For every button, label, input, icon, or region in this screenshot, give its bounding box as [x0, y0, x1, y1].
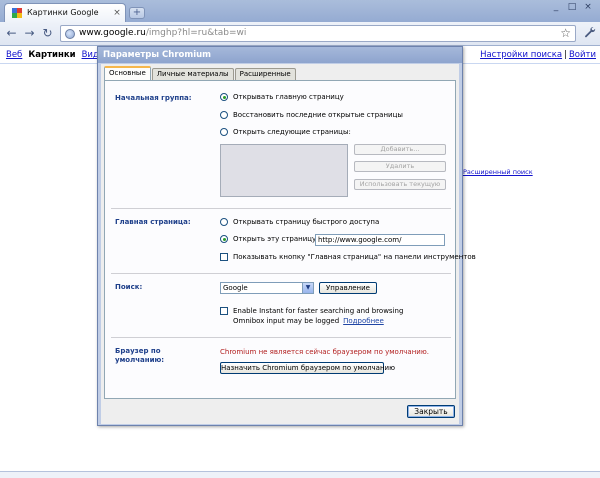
close-window-button[interactable]: × [580, 2, 596, 14]
close-button[interactable]: Закрыть [407, 405, 455, 418]
option-label: Открывать главную страницу [233, 93, 344, 101]
use-current-pages-button[interactable]: Использовать текущую [354, 179, 446, 190]
url-host: www.google.ru [79, 28, 146, 38]
address-url[interactable]: www.google.ru/imghp?hl=ru&tab=wi [79, 28, 246, 38]
sign-in-link[interactable]: Войти [569, 50, 596, 60]
url-path: /imghp?hl=ru&tab=wi [145, 28, 247, 38]
nav-separator: | [564, 50, 567, 60]
address-bar[interactable]: www.google.ru/imghp?hl=ru&tab=wi ☆ [60, 25, 576, 42]
radio-button[interactable] [220, 128, 228, 136]
option-label: Открыть следующие страницы: [233, 128, 351, 136]
section-divider [111, 273, 451, 274]
learn-more-link[interactable]: Подробнее [343, 317, 384, 325]
search-settings-link[interactable]: Настройки поиска [480, 50, 562, 60]
instant-checkbox[interactable]: Enable Instant for faster searching and … [220, 307, 403, 315]
tab-advanced[interactable]: Расширенные [234, 68, 296, 80]
homepage-option-ntp[interactable]: Открывать страницу быстрого доступа [220, 218, 379, 226]
new-tab-button[interactable]: + [129, 7, 145, 19]
radio-button-selected[interactable] [220, 93, 228, 101]
status-bar [0, 471, 600, 478]
tab-personal-stuff[interactable]: Личные материалы [151, 68, 234, 80]
nav-link-web[interactable]: Веб [6, 50, 22, 60]
advanced-search-link[interactable]: Расширенный поиск [463, 168, 533, 176]
homepage-url-input[interactable]: http://www.google.com/ [315, 234, 445, 246]
google-nav-right: Настройки поиска | Войти [480, 50, 596, 60]
radio-button[interactable] [220, 218, 228, 226]
selected-engine: Google [223, 284, 248, 292]
section-divider [111, 337, 451, 338]
dialog-title: Параметры Chromium [98, 47, 462, 63]
instant-note-text: Omnibox input may be logged [233, 317, 340, 325]
manage-search-engines-button[interactable]: Управление [319, 282, 377, 294]
homepage-section-label: Главная страница: [115, 218, 191, 226]
instant-note: Omnibox input may be logged Подробнее [233, 317, 384, 326]
search-engine-select[interactable]: Google ▼ [220, 282, 314, 294]
wrench-icon [585, 27, 596, 38]
tab-title: Картинки Google [27, 8, 99, 17]
add-page-button[interactable]: Добавить... [354, 144, 446, 155]
radio-button[interactable] [220, 111, 228, 119]
browser-tab[interactable]: Картинки Google × [4, 3, 126, 23]
option-label: Открывать страницу быстрого доступа [233, 218, 380, 226]
radio-button-selected[interactable] [220, 235, 228, 243]
settings-tabs: Основные Личные материалы Расширенные [104, 66, 297, 80]
homepage-option-url[interactable]: Открыть эту страницу: [220, 235, 319, 243]
startup-section-label: Начальная группа: [115, 94, 192, 102]
show-home-button-checkbox[interactable]: Показывать кнопку "Главная страница" на … [220, 253, 476, 261]
default-browser-status: Chromium не является сейчас браузером по… [220, 348, 429, 356]
maximize-button[interactable]: □ [564, 2, 580, 14]
instant-label: Enable Instant for faster searching and … [233, 307, 404, 315]
startup-option-restore[interactable]: Восстановить последние открытые страницы [220, 111, 403, 119]
tab-basics[interactable]: Основные [104, 66, 151, 80]
minimize-button[interactable]: _ [548, 2, 564, 14]
option-label: Восстановить последние открытые страницы [233, 111, 403, 119]
forward-arrow-icon[interactable]: → [22, 26, 37, 41]
default-browser-section-label: Браузер по умолчанию: [115, 347, 165, 364]
google-favicon-icon [12, 8, 22, 18]
section-divider [111, 208, 451, 209]
option-label: Открыть эту страницу: [233, 235, 319, 243]
checkbox[interactable] [220, 307, 228, 315]
browser-toolbar: ← → ↻ www.google.ru/imghp?hl=ru&tab=wi ☆ [0, 22, 600, 46]
bookmark-star-icon[interactable]: ☆ [560, 26, 571, 40]
basics-panel: Начальная группа: Открывать главную стра… [104, 80, 476, 399]
dialog-body: Основные Личные материалы Расширенные На… [101, 64, 476, 424]
tab-close-icon[interactable]: × [112, 8, 122, 18]
window-controls: _ □ × [548, 2, 596, 14]
remove-page-button[interactable]: Удалить [354, 161, 446, 172]
search-section-label: Поиск: [115, 283, 143, 291]
startup-option-open-pages[interactable]: Открыть следующие страницы: [220, 128, 351, 136]
nav-link-images[interactable]: Картинки [28, 50, 75, 60]
checkbox[interactable] [220, 253, 228, 261]
startup-option-homepage[interactable]: Открывать главную страницу [220, 93, 344, 101]
back-arrow-icon[interactable]: ← [4, 26, 19, 41]
title-bar: Картинки Google × + _ □ × [0, 0, 600, 23]
chevron-down-icon[interactable]: ▼ [302, 283, 313, 293]
globe-icon [65, 29, 75, 39]
settings-dialog: Параметры Chromium Основные Личные матер… [97, 46, 476, 426]
startup-pages-list[interactable] [220, 144, 348, 197]
reload-icon[interactable]: ↻ [40, 26, 55, 41]
wrench-menu-icon[interactable] [584, 26, 596, 41]
make-default-browser-button[interactable]: Назначить Chromium браузером по умолчани… [220, 362, 395, 374]
checkbox-label: Показывать кнопку "Главная страница" на … [233, 253, 476, 261]
